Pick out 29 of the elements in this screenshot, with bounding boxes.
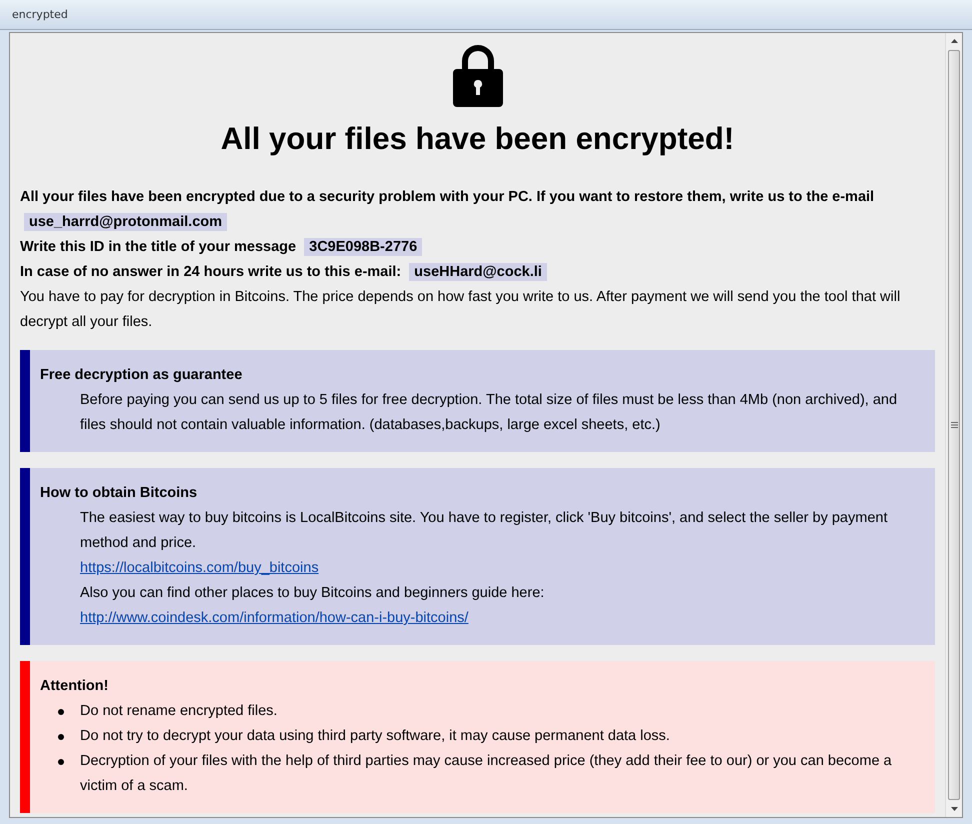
contact-label: In case of no answer in 24 hours write us to this e-mail: <box>20 264 402 280</box>
link[interactable]: https://localbitcoins.com/buy_bitcoins <box>80 560 319 576</box>
contact-label: All your files have been encrypted due to a security problem with your PC. If you want to restore them, write us to the e-mail <box>20 189 874 205</box>
section-title: Attention! <box>40 677 110 696</box>
contact-label: Write this ID in the title of your message <box>20 239 296 255</box>
scroll-thumb[interactable] <box>948 50 960 800</box>
payment-text: You have to pay for decryption in Bitcoins. The price depends on how fast you write to us. After payment we will send you the tool that will decrypt all your files. <box>20 288 902 332</box>
window-title: encrypted <box>12 8 68 21</box>
link[interactable]: http://www.coindesk.com/information/how-can-i-buy-bitcoins/ <box>80 610 468 626</box>
contact-value: use_harrd@protonmail.com <box>24 213 228 231</box>
list-item: Do not try to decrypt your data using third party software, it may cause permanent data loss. <box>80 727 670 746</box>
main-heading: All your files have been encrypted! <box>220 121 736 157</box>
section-title: How to obtain Bitcoins <box>40 484 198 503</box>
bullet-icon <box>58 759 64 765</box>
scroll-up-icon[interactable] <box>950 39 958 43</box>
bullet-icon <box>58 709 64 715</box>
contact-value: 3C9E098B-2776 <box>304 238 422 256</box>
scrollbar[interactable] <box>945 33 962 817</box>
section-text: Before paying you can send us up to 5 files for free decryption. The total size of files must be less than 4Mb (non archived), and files should not contain valuable information. (databases,backups, large excel sheets, etc.) <box>79 391 898 435</box>
scroll-down-icon[interactable] <box>950 807 958 811</box>
grip-icon <box>950 422 958 428</box>
bullet-icon <box>58 734 64 740</box>
padlock-icon <box>452 43 502 107</box>
section-text: The easiest way to buy bitcoins is LocalBitcoins site. You have to register, click 'Buy bitcoins', and select the seller by payment method and price. <box>79 509 888 553</box>
list-item: Decryption of your files with the help of third parties may cause increased price (they add their fee to our) or you can become a victim of a scam. <box>80 752 893 796</box>
list-item: Do not rename encrypted files. <box>80 702 278 721</box>
section-text: Also you can find other places to buy Bitcoins and beginners guide here: <box>79 584 546 603</box>
section-title: Free decryption as guarantee <box>40 366 244 385</box>
contact-value: useHHard@cock.li <box>409 263 547 281</box>
